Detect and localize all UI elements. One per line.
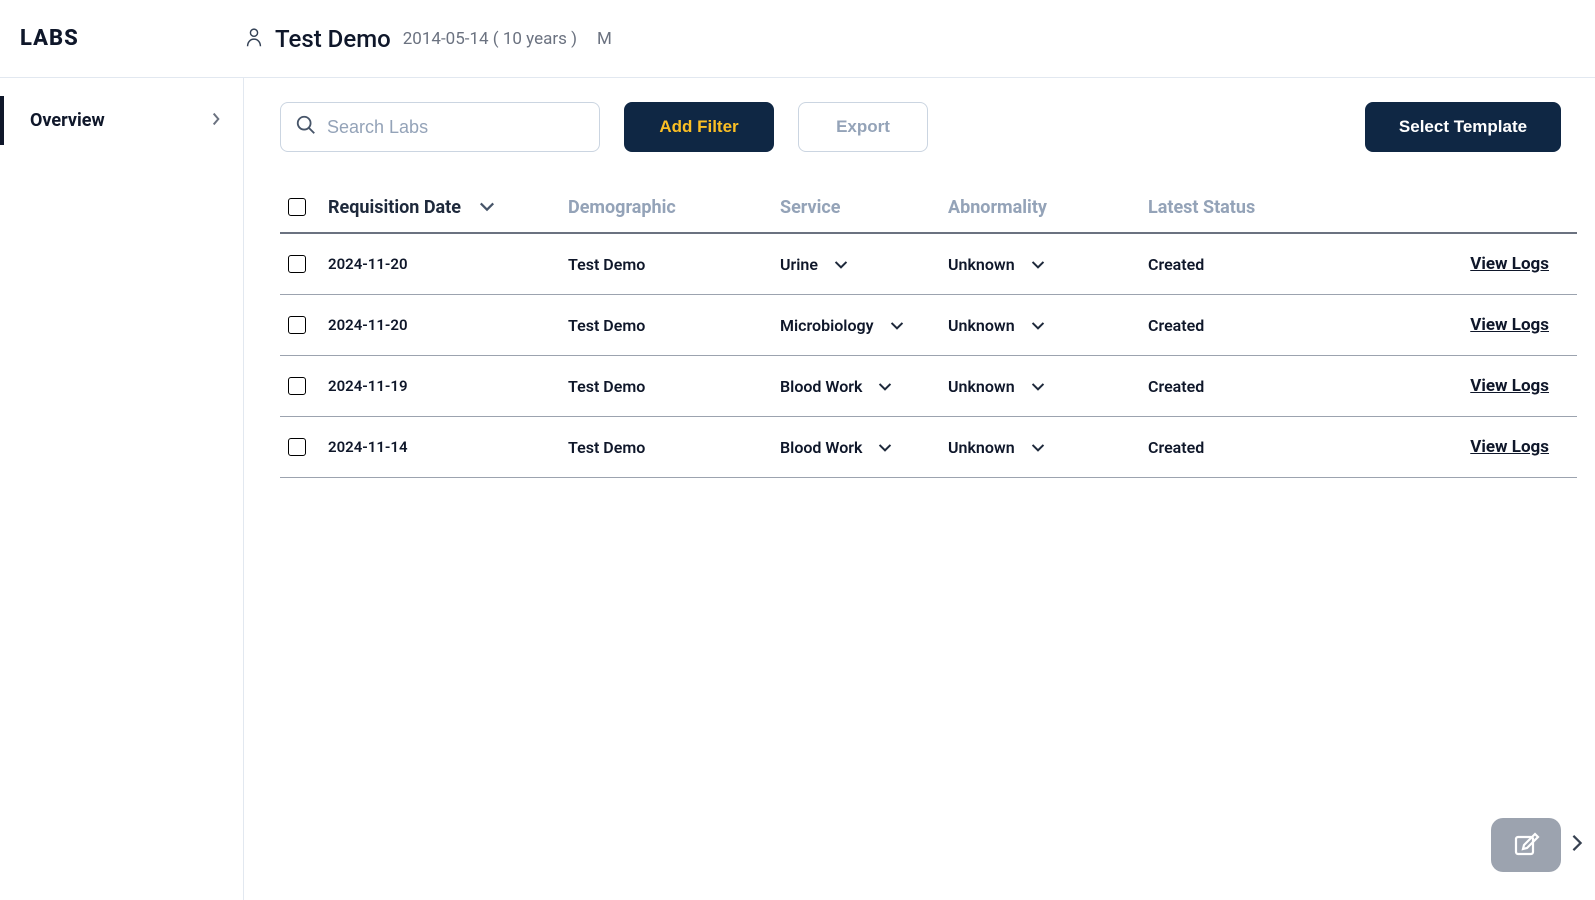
chevron-down-icon	[1031, 377, 1045, 396]
row-checkbox[interactable]	[288, 255, 306, 273]
patient-block: Test Demo 2014-05-14 ( 10 years ) M	[245, 25, 612, 53]
top-header: LABS Test Demo 2014-05-14 ( 10 years ) M	[0, 0, 1595, 78]
search-input[interactable]	[327, 117, 585, 138]
cell-demographic: Test Demo	[568, 377, 780, 396]
column-header-service[interactable]: Service	[780, 197, 948, 218]
cell-abnormality[interactable]: Unknown	[948, 438, 1148, 457]
chevron-down-icon	[890, 316, 904, 335]
cell-service[interactable]: Urine	[780, 255, 948, 274]
search-icon	[295, 114, 317, 140]
cell-status: Created	[1148, 438, 1358, 457]
cell-service[interactable]: Blood Work	[780, 377, 948, 396]
cell-demographic: Test Demo	[568, 438, 780, 457]
cell-date: 2024-11-14	[328, 438, 568, 456]
chevron-down-icon	[1031, 438, 1045, 457]
toolbar: Add Filter Export Select Template	[280, 102, 1577, 152]
column-header-latest-status[interactable]: Latest Status	[1148, 197, 1358, 218]
chevron-down-icon	[878, 438, 892, 457]
cell-date: 2024-11-20	[328, 316, 568, 334]
cell-status: Created	[1148, 255, 1358, 274]
table-row: 2024-11-14Test DemoBlood WorkUnknownCrea…	[280, 417, 1577, 478]
table-row: 2024-11-20Test DemoMicrobiologyUnknownCr…	[280, 295, 1577, 356]
fab-chevron-right[interactable]	[1571, 834, 1583, 856]
view-logs-link[interactable]: View Logs	[1470, 315, 1549, 335]
chevron-down-icon	[1031, 316, 1045, 335]
sidebar-item-label: Overview	[30, 110, 105, 131]
column-header-demographic[interactable]: Demographic	[568, 197, 780, 218]
view-logs-link[interactable]: View Logs	[1470, 376, 1549, 396]
app-title: LABS	[20, 26, 245, 51]
patient-name: Test Demo	[275, 25, 391, 53]
chevron-down-icon	[834, 255, 848, 274]
fab-group	[1491, 818, 1583, 872]
chevron-down-icon	[1031, 255, 1045, 274]
row-checkbox[interactable]	[288, 377, 306, 395]
cell-abnormality[interactable]: Unknown	[948, 377, 1148, 396]
row-checkbox[interactable]	[288, 316, 306, 334]
compose-button[interactable]	[1491, 818, 1561, 872]
chevron-down-icon	[479, 197, 495, 218]
table-header: Requisition Date Demographic Service Abn…	[280, 182, 1577, 234]
select-all-checkbox[interactable]	[288, 198, 306, 216]
export-button[interactable]: Export	[798, 102, 928, 152]
row-checkbox[interactable]	[288, 438, 306, 456]
chevron-right-icon	[211, 110, 221, 131]
sidebar: Overview	[0, 78, 244, 900]
table-row: 2024-11-19Test DemoBlood WorkUnknownCrea…	[280, 356, 1577, 417]
cell-service[interactable]: Blood Work	[780, 438, 948, 457]
cell-status: Created	[1148, 377, 1358, 396]
main-content: Add Filter Export Select Template Requis…	[244, 78, 1595, 900]
patient-dob: 2014-05-14 ( 10 years )	[403, 29, 577, 49]
cell-date: 2024-11-19	[328, 377, 568, 395]
table-row: 2024-11-20Test DemoUrineUnknownCreated Vi…	[280, 234, 1577, 295]
cell-service[interactable]: Microbiology	[780, 316, 948, 335]
column-header-requisition-date[interactable]: Requisition Date	[328, 197, 568, 218]
labs-table: Requisition Date Demographic Service Abn…	[280, 182, 1577, 478]
cell-abnormality[interactable]: Unknown	[948, 316, 1148, 335]
select-template-button[interactable]: Select Template	[1365, 102, 1561, 152]
patient-gender: M	[597, 29, 612, 49]
cell-status: Created	[1148, 316, 1358, 335]
view-logs-link[interactable]: View Logs	[1470, 254, 1549, 274]
sidebar-item-overview[interactable]: Overview	[0, 96, 243, 145]
search-input-wrap[interactable]	[280, 102, 600, 152]
cell-demographic: Test Demo	[568, 255, 780, 274]
person-icon	[245, 27, 263, 51]
chevron-down-icon	[878, 377, 892, 396]
cell-demographic: Test Demo	[568, 316, 780, 335]
cell-abnormality[interactable]: Unknown	[948, 255, 1148, 274]
view-logs-link[interactable]: View Logs	[1470, 437, 1549, 457]
add-filter-button[interactable]: Add Filter	[624, 102, 774, 152]
column-header-abnormality[interactable]: Abnormality	[948, 197, 1148, 218]
cell-date: 2024-11-20	[328, 255, 568, 273]
